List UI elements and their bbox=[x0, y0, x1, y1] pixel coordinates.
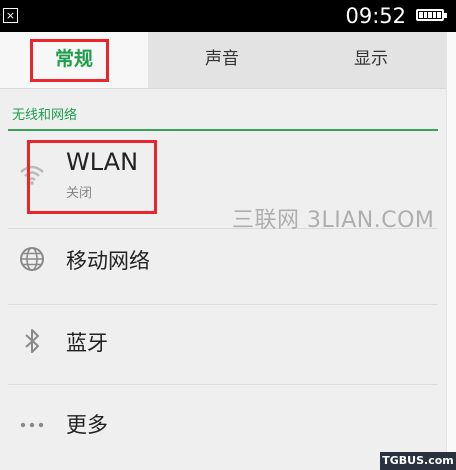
scrollbar[interactable] bbox=[446, 32, 456, 470]
bluetooth-icon bbox=[25, 329, 39, 353]
clock: 09:52 bbox=[345, 4, 406, 28]
settings-item-mobile-network[interactable]: 移动网络 bbox=[0, 229, 446, 291]
status-bar: × 09:52 bbox=[0, 0, 456, 32]
tab-sound[interactable]: 声音 bbox=[148, 32, 296, 88]
more-dots-icon bbox=[20, 422, 44, 428]
battery-icon bbox=[416, 9, 447, 21]
corner-logo: TGBUS.com bbox=[380, 452, 456, 470]
watermark: 三联网 3LIAN.COM bbox=[232, 208, 435, 233]
bluetooth-title: 蓝牙 bbox=[66, 331, 108, 355]
highlight-box-wlan bbox=[27, 140, 157, 214]
section-divider bbox=[8, 129, 438, 131]
settings-item-more[interactable]: 更多 bbox=[0, 385, 446, 457]
section-header-wireless: 无线和网络 bbox=[12, 108, 78, 123]
globe-icon bbox=[20, 247, 44, 271]
more-title: 更多 bbox=[66, 413, 108, 437]
highlight-box-tab bbox=[30, 39, 109, 82]
mobile-network-title: 移动网络 bbox=[66, 249, 150, 273]
tab-display[interactable]: 显示 bbox=[296, 32, 446, 88]
notification-icon[interactable]: × bbox=[3, 8, 18, 23]
settings-item-bluetooth[interactable]: 蓝牙 bbox=[0, 305, 446, 377]
